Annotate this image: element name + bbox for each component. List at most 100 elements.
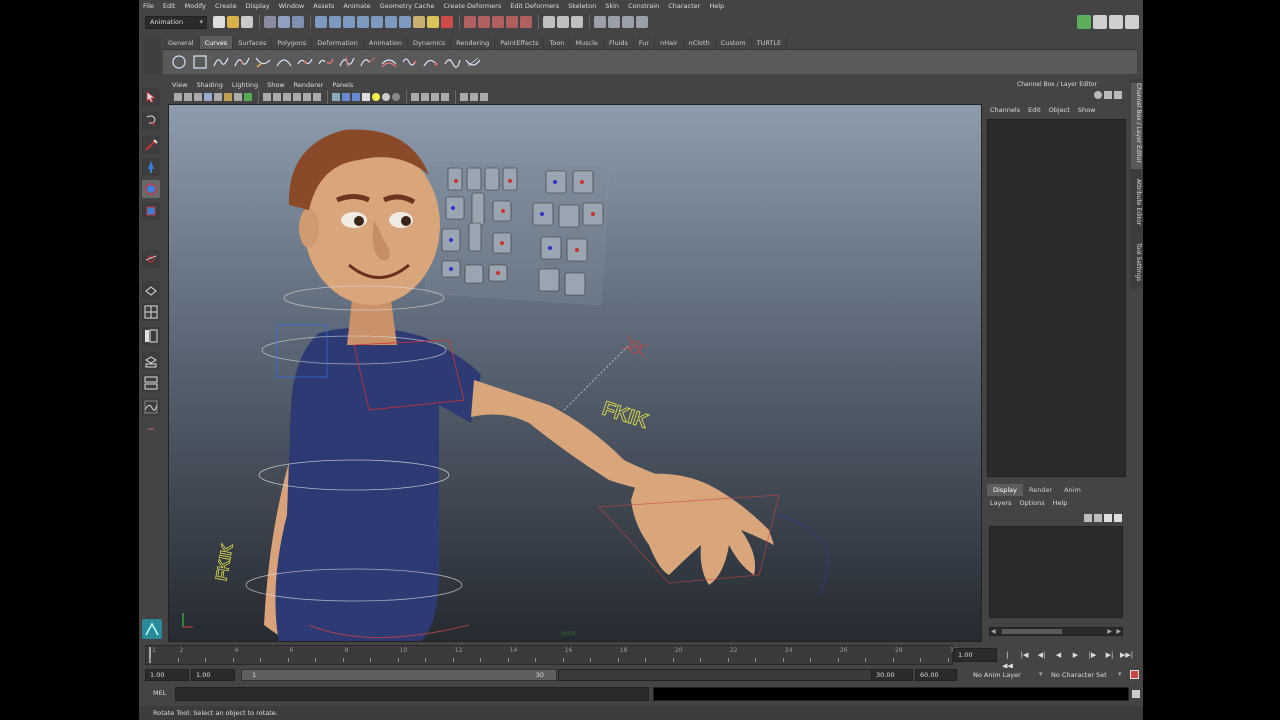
detach-curves-icon[interactable] [316,53,335,72]
layer-tab-render[interactable]: Render [1023,484,1058,496]
side-tab-channel-box[interactable]: Channel Box / Layer Editor [1131,83,1142,169]
select-component-icon[interactable] [292,16,304,28]
shelf-tab-muscle[interactable]: Muscle [570,36,604,49]
layout-single-pane-icon[interactable] [142,281,160,299]
channel-box-settings-icon[interactable] [1094,91,1102,99]
scroll-left-icon[interactable]: ◀ [991,628,996,635]
smooth-shade-icon[interactable] [303,93,311,101]
shelf-tab-general[interactable]: General [163,36,200,49]
layout-graph-editor-icon[interactable] [142,398,160,416]
shelf-tab-polygons[interactable]: Polygons [272,36,313,49]
panel-menu-show[interactable]: Show [267,81,285,89]
render-frame-icon[interactable] [608,16,620,28]
select-camera-icon[interactable] [174,93,182,101]
move-tool-icon[interactable] [142,158,160,176]
nurbs-square-icon[interactable] [190,53,209,72]
last-tool-icon[interactable] [142,250,160,268]
playback-end-field[interactable]: 30.00 [871,669,913,681]
show-attribute-editor-icon[interactable] [1093,15,1107,29]
go-to-end-button[interactable]: ▶▶| [1120,650,1133,661]
shelf-tab-turtle[interactable]: TURTLE [752,36,788,49]
motion-blur-icon[interactable] [470,93,478,101]
character-set-dropdown[interactable]: No Character Set [1051,671,1107,679]
side-tab-tool-settings[interactable]: Tool Settings [1131,243,1142,285]
step-forward-key-button[interactable]: |▶ [1086,650,1099,661]
highlight-selection-icon[interactable] [441,16,453,28]
play-forwards-button[interactable]: ▶ [1069,650,1082,661]
command-language-label[interactable]: MEL [153,689,166,697]
layout-hypershade-icon[interactable] [142,374,160,392]
anti-aliasing-icon[interactable] [480,93,488,101]
menu-set-dropdown[interactable]: Animation [145,15,207,29]
shelf-tab-fur[interactable]: Fur [634,36,656,49]
menu-constrain[interactable]: Constrain [628,2,659,10]
pick-joints-icon[interactable] [329,16,341,28]
scale-tool-icon[interactable] [142,202,160,220]
menu-skin[interactable]: Skin [605,2,619,10]
add-points-tool-icon[interactable] [421,53,440,72]
script-editor-icon[interactable] [1132,690,1140,698]
shelf-tab-ncloth[interactable]: nCloth [684,36,716,49]
layer-menu-options[interactable]: Options [1020,499,1045,507]
bezier-curve-tool-icon[interactable] [463,53,482,72]
safe-action-icon[interactable] [273,93,281,101]
gate-mask-icon[interactable] [244,93,252,101]
layout-persp-graph-icon[interactable] [142,352,160,370]
new-layer-selected-icon[interactable] [1114,514,1122,522]
current-frame-field[interactable]: 1.00 [953,648,997,662]
default-light-icon[interactable] [372,93,380,101]
range-slider[interactable]: 1 30 [241,669,872,681]
fkik-label-right[interactable]: FKIK [599,397,652,434]
channel-box-options-icon[interactable] [1114,91,1122,99]
persp-viewport[interactable]: FKIK FKIK persp [168,104,982,642]
layer-list[interactable] [989,526,1123,618]
render-view-icon[interactable] [594,16,606,28]
scroll-right-icon[interactable]: ▶ [1107,628,1112,635]
channel-box-list[interactable] [987,119,1126,477]
bookmarks-icon[interactable] [194,93,202,101]
shaded-icon[interactable] [342,93,350,101]
select-tool-icon[interactable] [142,88,160,106]
shelf-tab-painteffects[interactable]: PaintEffects [495,36,545,49]
cv-curve-tool-icon[interactable] [211,53,230,72]
paint-select-tool-icon[interactable] [142,136,160,154]
shelf-tab-nhair[interactable]: nHair [655,36,684,49]
offset-curve-icon[interactable] [379,53,398,72]
snap-view-plane-icon[interactable] [506,16,518,28]
rebuild-curve-icon[interactable] [400,53,419,72]
open-scene-icon[interactable] [227,16,239,28]
wireframe-on-shaded-icon[interactable] [332,93,340,101]
panel-menu-view[interactable]: View [172,81,187,89]
arc-tool-icon[interactable] [274,53,293,72]
all-lights-icon[interactable] [382,93,390,101]
checker-icon[interactable] [362,93,370,101]
panel-menu-renderer[interactable]: Renderer [294,81,324,89]
xray-icon[interactable] [411,93,419,101]
input-list-icon[interactable] [557,16,569,28]
pick-curves-icon[interactable] [343,16,355,28]
menu-animate[interactable]: Animate [343,2,370,10]
menu-modify[interactable]: Modify [184,2,206,10]
step-back-frame-button[interactable]: |◀ [1018,650,1031,661]
attach-curves-icon[interactable] [295,53,314,72]
channel-box-menu-edit[interactable]: Edit [1028,106,1041,114]
go-to-start-button[interactable]: |◀◀ [1001,650,1014,670]
pick-mask-icon[interactable] [315,16,327,28]
select-hierarchy-icon[interactable] [264,16,276,28]
start-time-field[interactable]: 1.00 [145,669,189,681]
render-settings-icon[interactable] [636,16,648,28]
anim-layer-dropdown[interactable]: No Anim Layer [973,671,1021,679]
channel-box-menu-show[interactable]: Show [1078,106,1096,114]
layout-four-pane-icon[interactable] [142,303,160,321]
film-gate-icon[interactable] [224,93,232,101]
lock-selection-icon[interactable] [427,16,439,28]
menu-assets[interactable]: Assets [313,2,334,10]
shelf-tab-custom[interactable]: Custom [716,36,752,49]
menu-edit-deformers[interactable]: Edit Deformers [510,2,559,10]
layer-menu-layers[interactable]: Layers [990,499,1012,507]
snap-point-icon[interactable] [492,16,504,28]
panel-menu-panels[interactable]: Panels [332,81,353,89]
lasso-tool-icon[interactable] [142,112,160,130]
menu-create-deformers[interactable]: Create Deformers [443,2,501,10]
new-scene-icon[interactable] [213,16,225,28]
